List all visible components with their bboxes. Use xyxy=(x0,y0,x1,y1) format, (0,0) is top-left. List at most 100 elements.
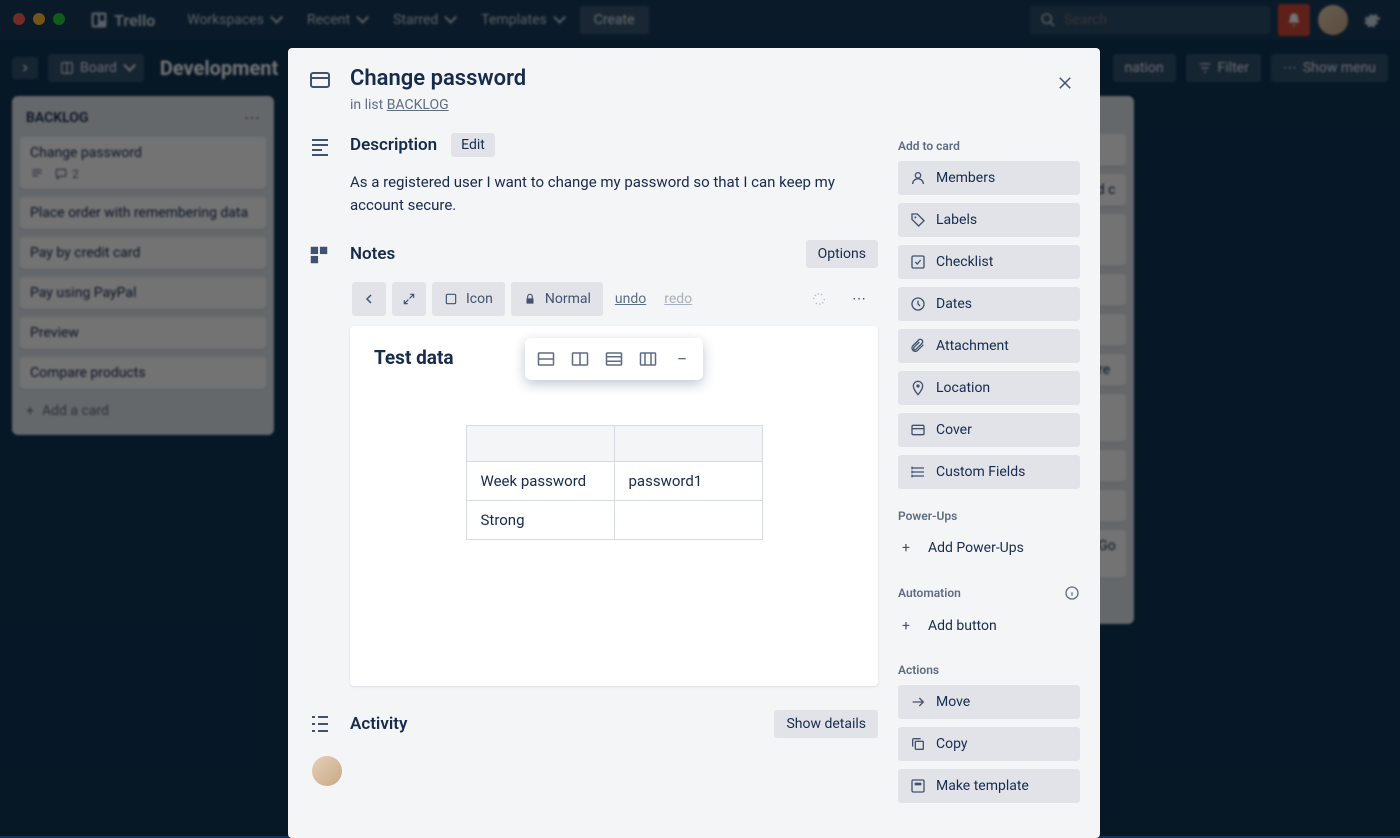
table-cell[interactable] xyxy=(614,426,762,462)
automation-label: Automation xyxy=(898,585,1080,601)
modal-header: Change password in list BACKLOG xyxy=(308,66,1080,113)
checklist-icon xyxy=(910,254,926,270)
paperclip-icon xyxy=(910,338,926,354)
notes-options-button[interactable]: Options xyxy=(806,240,878,268)
sync-icon xyxy=(811,291,827,307)
arrow-right-icon xyxy=(910,694,926,710)
show-details-button[interactable]: Show details xyxy=(774,710,878,738)
sb-label: Attachment xyxy=(936,338,1009,354)
cover-icon xyxy=(910,422,926,438)
notes-toolbar: Icon Normal undo redo ⋯ xyxy=(350,282,878,316)
sb-label: Members xyxy=(936,170,995,186)
table-cell[interactable] xyxy=(466,426,614,462)
table-cell[interactable]: Week password xyxy=(466,462,614,501)
attachment-button[interactable]: Attachment xyxy=(898,329,1080,363)
description-text[interactable]: As a registered user I want to change my… xyxy=(350,171,878,216)
copy-icon xyxy=(910,736,926,752)
table-toolbar: − xyxy=(525,338,703,380)
table-row[interactable] xyxy=(466,426,762,462)
table-addcol-button[interactable] xyxy=(633,344,663,374)
modal-title[interactable]: Change password xyxy=(350,66,526,91)
square-icon xyxy=(444,292,458,306)
location-button[interactable]: Location xyxy=(898,371,1080,405)
edit-description-button[interactable]: Edit xyxy=(451,133,495,157)
table-row[interactable]: Strong xyxy=(466,501,762,540)
sb-label: Make template xyxy=(936,778,1029,794)
chevron-left-icon xyxy=(363,293,375,305)
description-label: Description xyxy=(350,135,437,155)
table-col-icon xyxy=(571,351,589,367)
pin-icon xyxy=(910,380,926,396)
notes-normal-button[interactable]: Normal xyxy=(511,282,603,316)
copy-button[interactable]: Copy xyxy=(898,727,1080,761)
activity-label: Activity xyxy=(350,714,407,734)
sb-label: Copy xyxy=(936,736,968,752)
table-col-button[interactable] xyxy=(565,344,595,374)
members-button[interactable]: Members xyxy=(898,161,1080,195)
sb-label: Move xyxy=(936,694,970,710)
notes-more-button[interactable]: ⋯ xyxy=(842,282,876,316)
modal-overlay[interactable]: Change password in list BACKLOG Descript… xyxy=(0,0,1400,836)
add-powerups-button[interactable]: + Add Power-Ups xyxy=(898,531,1080,565)
actions-label: Actions xyxy=(898,663,1080,677)
modal-sidebar: Add to card Members Labels Checklist Dat… xyxy=(898,133,1080,823)
avatar[interactable] xyxy=(312,756,342,786)
add-automation-button[interactable]: + Add button xyxy=(898,609,1080,643)
undo-button[interactable]: undo xyxy=(615,291,646,307)
notes-section: Notes Options Icon Normal undo redo xyxy=(308,240,878,686)
close-icon xyxy=(1056,74,1074,92)
activity-section: Activity Show details xyxy=(308,710,878,738)
template-icon xyxy=(910,778,926,794)
info-icon[interactable] xyxy=(1064,585,1080,601)
powerups-label: Power-Ups xyxy=(898,509,1080,523)
minus-icon: − xyxy=(677,349,687,370)
dots-icon: ⋯ xyxy=(852,291,866,307)
plus-icon: + xyxy=(902,618,918,634)
card-modal: Change password in list BACKLOG Descript… xyxy=(288,48,1100,838)
in-list-link[interactable]: BACKLOG xyxy=(387,97,449,113)
sb-label: Checklist xyxy=(936,254,993,270)
activity-icon xyxy=(308,710,334,738)
lock-icon xyxy=(523,292,537,306)
table-row-icon xyxy=(537,351,555,367)
card-icon xyxy=(308,66,334,113)
description-icon xyxy=(308,133,334,216)
table-addrow-button[interactable] xyxy=(599,344,629,374)
make-template-button[interactable]: Make template xyxy=(898,769,1080,803)
cover-button[interactable]: Cover xyxy=(898,413,1080,447)
clock-icon xyxy=(910,296,926,312)
table-row[interactable]: Week passwordpassword1 xyxy=(466,462,762,501)
notes-back-button[interactable] xyxy=(352,282,386,316)
sb-label: Cover xyxy=(936,422,972,438)
labels-button[interactable]: Labels xyxy=(898,203,1080,237)
close-button[interactable] xyxy=(1048,66,1082,100)
plus-icon: + xyxy=(902,540,918,556)
fields-icon xyxy=(910,464,926,480)
notes-canvas[interactable]: Test data − Week passwordpassword1 xyxy=(350,326,878,686)
notes-sync-button[interactable] xyxy=(802,282,836,316)
table-addcol-icon xyxy=(639,351,657,367)
dates-button[interactable]: Dates xyxy=(898,287,1080,321)
notes-expand-button[interactable] xyxy=(392,282,426,316)
expand-icon xyxy=(402,292,416,306)
notes-icon-button[interactable]: Icon xyxy=(432,282,505,316)
sb-label: Add Power-Ups xyxy=(928,540,1024,556)
sb-label: Location xyxy=(936,380,990,396)
table-cell[interactable] xyxy=(614,501,762,540)
person-icon xyxy=(910,170,926,186)
table-row-button[interactable] xyxy=(531,344,561,374)
add-to-card-label: Add to card xyxy=(898,139,1080,153)
notes-table[interactable]: Week passwordpassword1 Strong xyxy=(466,425,763,540)
notes-label: Notes xyxy=(350,244,790,264)
checklist-button[interactable]: Checklist xyxy=(898,245,1080,279)
custom-fields-button[interactable]: Custom Fields xyxy=(898,455,1080,489)
activity-avatar-row xyxy=(312,756,878,786)
table-cell[interactable]: Strong xyxy=(466,501,614,540)
in-list-prefix: in list xyxy=(350,97,387,113)
table-cell[interactable]: password1 xyxy=(614,462,762,501)
move-button[interactable]: Move xyxy=(898,685,1080,719)
sb-label: Add button xyxy=(928,618,997,634)
table-remove-button[interactable]: − xyxy=(667,344,697,374)
tag-icon xyxy=(910,212,926,228)
redo-button[interactable]: redo xyxy=(664,291,692,307)
